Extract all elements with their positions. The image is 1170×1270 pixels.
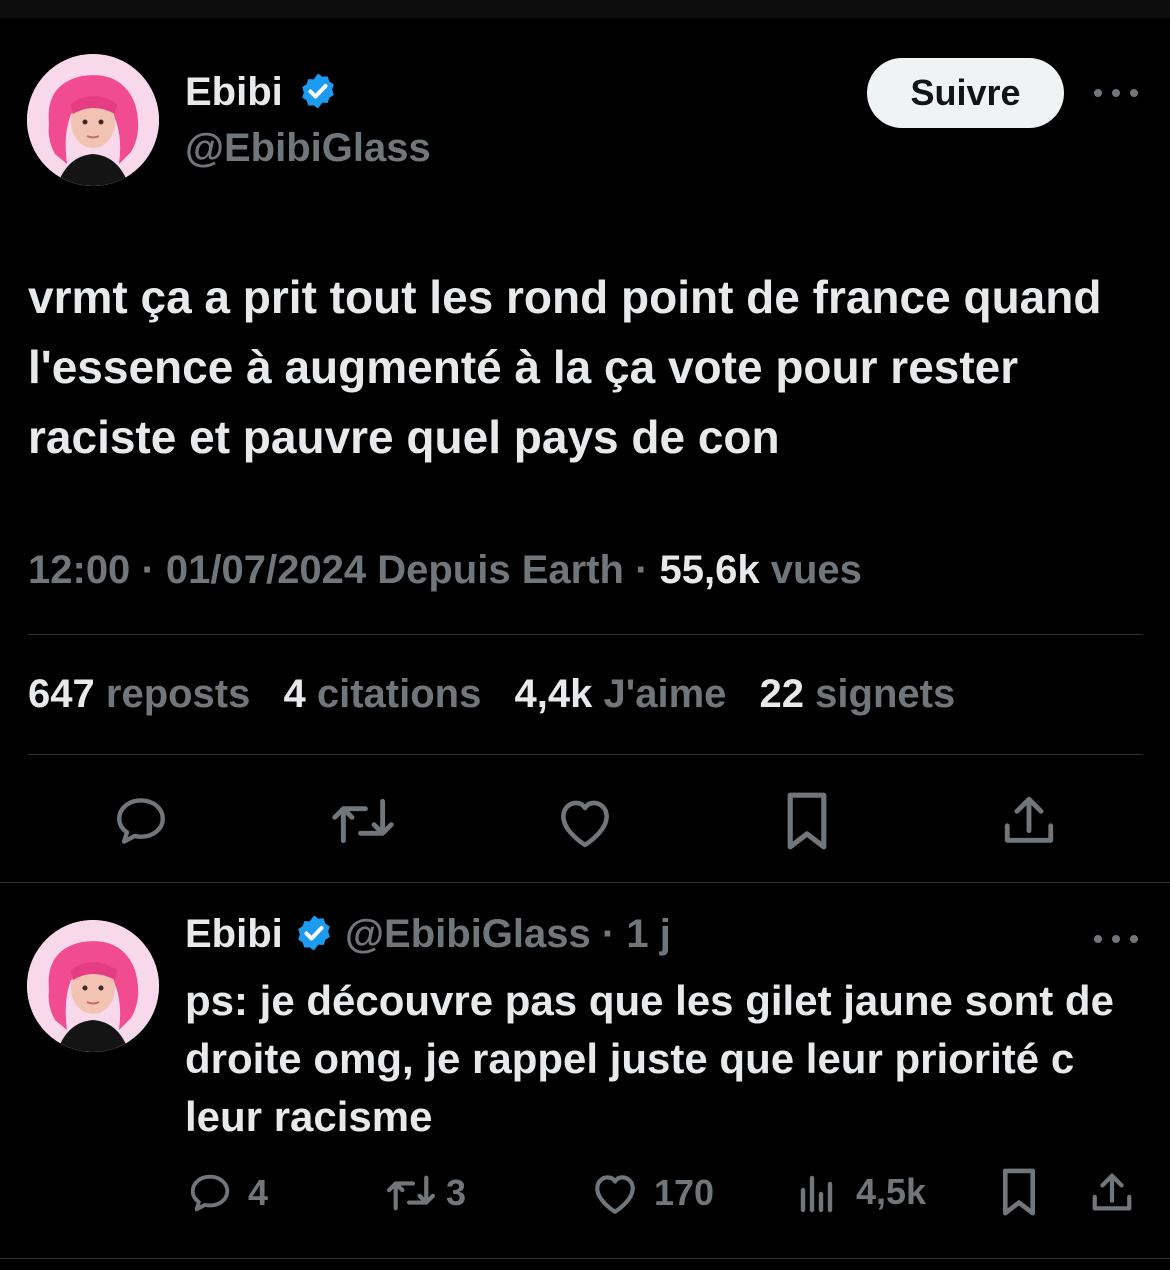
- follow-button[interactable]: Suivre: [867, 58, 1064, 128]
- reply-replies-count: 4: [248, 1172, 269, 1213]
- bookmark-icon[interactable]: [782, 790, 832, 852]
- repost-icon: [386, 1175, 436, 1211]
- reply-author-handle[interactable]: @EbibiGlass: [345, 912, 591, 956]
- tweet-source: Depuis Earth: [377, 548, 624, 592]
- divider: [28, 634, 1143, 635]
- quotes-stat[interactable]: 4 citations: [284, 672, 482, 716]
- tweet-time[interactable]: 12:00: [28, 548, 130, 592]
- like-icon: [595, 1175, 635, 1214]
- bookmarks-stat[interactable]: 22 signets: [760, 672, 956, 716]
- reply-views-button[interactable]: 4,5k: [796, 1170, 926, 1214]
- reply-icon: [190, 1174, 230, 1212]
- views-count: 55,6k: [659, 548, 760, 592]
- reply-like-button[interactable]: 170: [590, 1170, 714, 1216]
- views-label: vues: [770, 548, 862, 592]
- reply-more-options-icon[interactable]: [1094, 929, 1138, 949]
- divider: [0, 1258, 1170, 1259]
- reply-age[interactable]: 1 j: [626, 912, 670, 956]
- reply-repost-button[interactable]: 3: [384, 1172, 466, 1214]
- views-icon: [800, 1175, 833, 1213]
- like-icon[interactable]: [554, 794, 616, 850]
- reply-header: Ebibi @EbibiGlass · 1 j: [185, 912, 671, 956]
- verified-badge-icon: [302, 73, 334, 109]
- reply-author-name[interactable]: Ebibi: [185, 912, 283, 956]
- reposts-stat[interactable]: 647 reposts: [28, 672, 250, 716]
- reply-reposts-count: 3: [446, 1172, 467, 1213]
- reply-reply-button[interactable]: 4: [186, 1170, 268, 1216]
- reply-share-icon[interactable]: [1088, 1170, 1136, 1216]
- reply-icon[interactable]: [110, 792, 172, 850]
- repost-icon[interactable]: [330, 794, 396, 848]
- reply-likes-count: 170: [654, 1172, 715, 1213]
- tweet-meta: 12:00 · 01/07/2024 Depuis Earth · 55,6k …: [28, 548, 862, 592]
- likes-stat[interactable]: 4,4k J'aime: [514, 672, 726, 716]
- reply-views-count: 4,5k: [856, 1171, 927, 1212]
- tweet-date[interactable]: 01/07/2024: [166, 548, 366, 592]
- verified-badge-icon: [298, 915, 330, 951]
- tweet-stats: 647 reposts 4 citations 4,4k J'aime 22 s…: [28, 672, 977, 717]
- reply-text: ps: je découvre pas que les gilet jaune …: [185, 977, 1114, 1140]
- share-icon[interactable]: [1000, 792, 1058, 850]
- more-options-icon[interactable]: [1094, 83, 1138, 103]
- divider: [28, 754, 1143, 755]
- divider: [0, 882, 1170, 883]
- tweet-text: vrmt ça a prit tout les rond point de fr…: [28, 271, 1102, 463]
- author-handle[interactable]: @EbibiGlass: [185, 126, 431, 171]
- author-name[interactable]: Ebibi: [185, 70, 338, 115]
- author-avatar[interactable]: [27, 54, 159, 186]
- reply-author-avatar[interactable]: [27, 920, 159, 1052]
- status-bar: [0, 0, 1170, 18]
- reply-bookmark-icon[interactable]: [1000, 1166, 1038, 1218]
